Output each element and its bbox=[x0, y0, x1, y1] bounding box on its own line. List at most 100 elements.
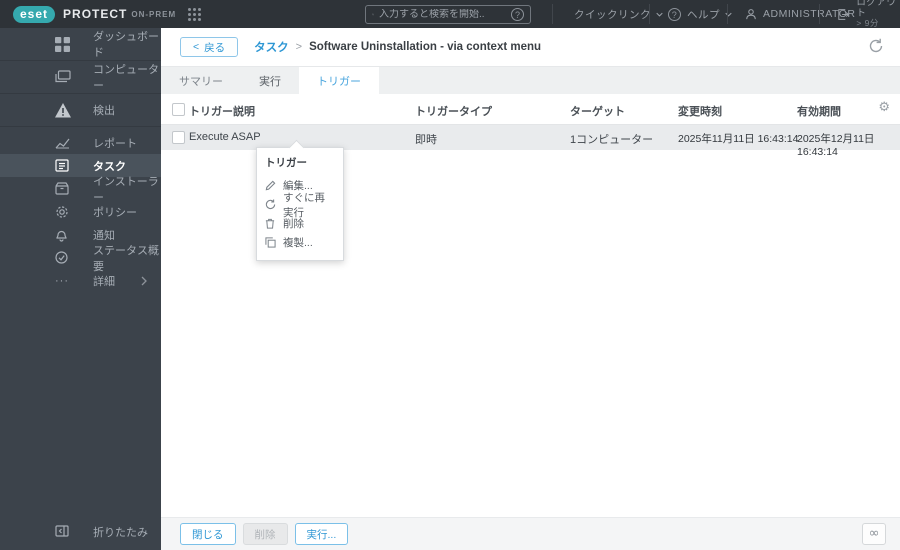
tasks-icon bbox=[55, 159, 75, 172]
installers-icon bbox=[55, 182, 75, 195]
search-help-icon[interactable]: ? bbox=[511, 8, 524, 21]
context-menu-title: トリガー bbox=[265, 157, 307, 169]
cell-target: 1コンピューター bbox=[570, 134, 654, 146]
sidebar-item-label: インストーラー bbox=[93, 175, 159, 204]
logout-timer: > 9分 bbox=[856, 18, 879, 29]
cell-trigger-description: Execute ASAP bbox=[189, 131, 261, 143]
logout-button[interactable]: ログアウト > 9分 bbox=[838, 0, 900, 28]
global-search: ? bbox=[365, 5, 531, 24]
tab-executions[interactable]: 実行 bbox=[241, 67, 299, 94]
delete-button: 削除 bbox=[242, 523, 288, 545]
dashboard-icon bbox=[55, 36, 75, 52]
sidebar-item-label: ステータス概要 bbox=[93, 244, 159, 273]
sidebar-item-computers[interactable]: コンピューター bbox=[0, 61, 161, 94]
cell-validity-period: 2025年12月11日 16:43:14 bbox=[797, 133, 875, 158]
help-menu[interactable]: ? ヘルプ bbox=[668, 0, 732, 28]
sidebar-nav: ダッシュボード コンピューター 検出 レポート タスク インストーラー ポリシー… bbox=[0, 28, 161, 550]
brand-logo: eset PROTECT ON-PREM bbox=[13, 5, 177, 23]
logout-label: ログアウト bbox=[856, 0, 897, 19]
help-icon: ? bbox=[668, 7, 681, 21]
show-all-infinity-button[interactable]: ∞ bbox=[862, 523, 886, 545]
trigger-context-menu: トリガー 編集... すぐに再実行 削除 複製... bbox=[256, 147, 344, 261]
main-content: < 戻る タスク > Software Uninstallation - via… bbox=[161, 28, 900, 550]
divider bbox=[727, 4, 728, 24]
chevron-right-icon bbox=[141, 276, 147, 285]
notifications-icon bbox=[55, 228, 75, 242]
tab-triggers[interactable]: トリガー bbox=[299, 67, 379, 94]
back-chevron: < bbox=[193, 41, 200, 53]
computers-icon bbox=[55, 70, 75, 84]
sidebar-item-detections[interactable]: 検出 bbox=[0, 94, 161, 127]
user-icon bbox=[746, 9, 756, 20]
column-header-modified[interactable]: 変更時刻 bbox=[678, 103, 722, 119]
chevron-down-icon bbox=[656, 12, 663, 17]
context-menu-rerun[interactable]: すぐに再実行 bbox=[265, 192, 335, 219]
sidebar-item-label: 詳細 bbox=[93, 275, 115, 288]
eset-protect-console: eset PROTECT ON-PREM ? クイックリンク ? ヘルプ bbox=[0, 0, 900, 550]
status-overview-icon bbox=[55, 251, 75, 264]
more-icon: ··· bbox=[55, 274, 69, 287]
breadcrumb-bar: < 戻る タスク > Software Uninstallation - via… bbox=[161, 28, 900, 66]
reports-icon bbox=[55, 137, 75, 149]
context-item-label: 削除 bbox=[283, 218, 304, 230]
eset-logo: eset bbox=[13, 5, 56, 23]
column-header-validity[interactable]: 有効期間 bbox=[797, 103, 841, 119]
sidebar-item-installers[interactable]: インストーラー bbox=[0, 176, 161, 204]
sidebar-item-label: 通知 bbox=[93, 229, 115, 242]
cell-trigger-type: 即時 bbox=[415, 134, 437, 146]
refresh-icon[interactable] bbox=[868, 38, 884, 54]
logout-icon bbox=[838, 8, 850, 20]
divider bbox=[649, 4, 650, 24]
detections-icon bbox=[55, 102, 75, 118]
back-label: 戻る bbox=[204, 41, 226, 54]
trash-icon bbox=[265, 218, 278, 229]
row-checkbox[interactable] bbox=[172, 131, 185, 144]
cell-modified-time: 2025年11月11日 16:43:14 bbox=[678, 133, 799, 145]
column-header-target[interactable]: ターゲット bbox=[570, 103, 625, 119]
quicklinks-label: クイックリンク bbox=[574, 8, 651, 21]
product-name: PROTECT bbox=[63, 7, 128, 21]
sidebar-item-label: ポリシー bbox=[93, 206, 137, 219]
context-item-label: 複製... bbox=[283, 237, 313, 249]
product-edition: ON-PREM bbox=[131, 9, 177, 19]
sidebar-item-label: タスク bbox=[93, 160, 126, 173]
table-settings-gear-icon[interactable]: ⚙ bbox=[878, 100, 890, 115]
sidebar-collapse-button[interactable]: 折りたたみ bbox=[0, 520, 161, 544]
tab-label: 実行 bbox=[259, 75, 281, 88]
sidebar-item-label: ダッシュボード bbox=[93, 31, 159, 59]
logout-label-block: ログアウト > 9分 bbox=[856, 0, 900, 30]
context-item-label: すぐに再実行 bbox=[283, 191, 325, 219]
policies-icon bbox=[55, 205, 75, 219]
context-menu-duplicate[interactable]: 複製... bbox=[265, 233, 335, 252]
sidebar-item-policies[interactable]: ポリシー bbox=[0, 200, 161, 223]
sidebar-item-reports[interactable]: レポート bbox=[0, 131, 161, 154]
collapse-icon bbox=[55, 524, 75, 540]
sidebar-item-label: コンピューター bbox=[93, 64, 159, 92]
detail-tabs: サマリー 実行 トリガー bbox=[161, 66, 900, 94]
apps-grid-icon[interactable] bbox=[188, 7, 202, 21]
search-icon bbox=[372, 13, 374, 16]
rerun-icon bbox=[265, 199, 278, 210]
back-button[interactable]: < 戻る bbox=[180, 37, 239, 57]
run-button[interactable]: 実行... bbox=[294, 523, 349, 545]
footer-action-bar: 閉じる 削除 実行... ∞ bbox=[161, 517, 900, 550]
collapse-label: 折りたたみ bbox=[93, 527, 148, 539]
sidebar-item-dashboard[interactable]: ダッシュボード bbox=[0, 28, 161, 61]
column-header-trigger-type[interactable]: トリガータイプ bbox=[415, 103, 492, 119]
tab-label: トリガー bbox=[317, 75, 361, 88]
page-title: Software Uninstallation - via context me… bbox=[309, 41, 542, 53]
divider bbox=[552, 4, 553, 24]
tab-label: サマリー bbox=[179, 75, 223, 88]
close-button[interactable]: 閉じる bbox=[180, 523, 236, 545]
select-all-checkbox[interactable] bbox=[172, 103, 185, 116]
sidebar-item-label: 検出 bbox=[93, 105, 115, 117]
breadcrumb-separator: > bbox=[295, 41, 303, 53]
sidebar-item-label: レポート bbox=[93, 137, 137, 150]
column-header-description[interactable]: トリガー説明 bbox=[189, 103, 255, 119]
help-label: ヘルプ bbox=[687, 8, 720, 21]
search-input[interactable] bbox=[379, 9, 511, 20]
copy-icon bbox=[265, 237, 278, 248]
tab-summary[interactable]: サマリー bbox=[161, 67, 241, 94]
sidebar-item-status-overview[interactable]: ステータス概要 bbox=[0, 245, 161, 273]
breadcrumb-tasks-link[interactable]: タスク bbox=[254, 39, 289, 55]
